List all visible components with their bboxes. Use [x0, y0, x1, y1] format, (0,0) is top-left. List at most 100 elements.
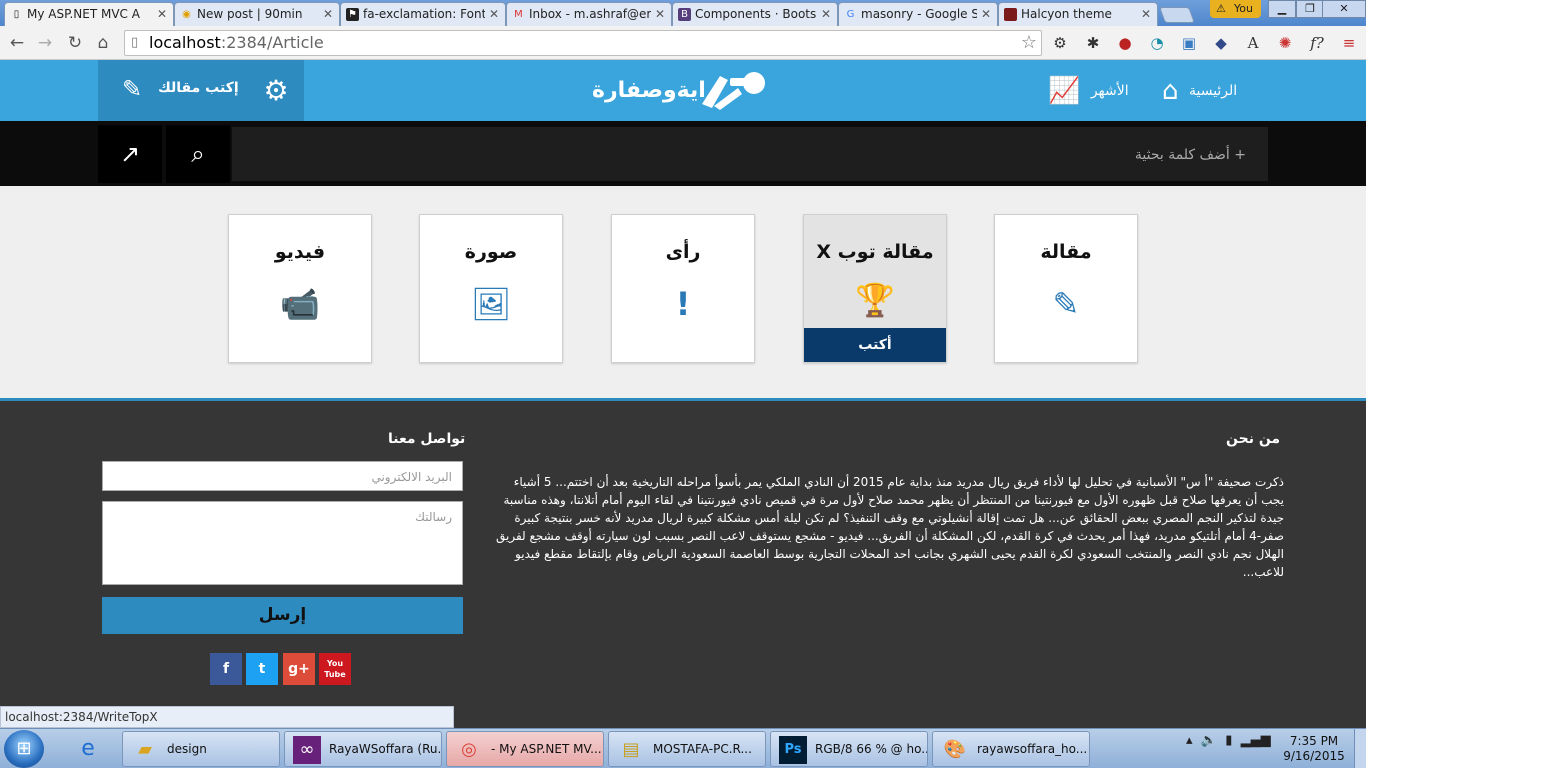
- windows-start-icon[interactable]: ⊞: [4, 730, 44, 768]
- close-tab-icon[interactable]: ✕: [1141, 7, 1151, 21]
- gear-extension-icon[interactable]: ⚙: [1050, 33, 1070, 53]
- close-window-button[interactable]: ✕: [1322, 0, 1366, 18]
- site-logo[interactable]: رايةوصفارة: [590, 70, 770, 112]
- email-placeholder: البريد الالكتروني: [371, 470, 452, 484]
- tab-bootstrap[interactable]: B Components · Boots ✕: [672, 2, 838, 26]
- search-button[interactable]: ⌕: [166, 125, 230, 183]
- home-icon[interactable]: ⌂: [92, 33, 114, 53]
- warning-icon: ⚠: [1216, 2, 1226, 15]
- send-button[interactable]: إرسل: [102, 597, 463, 634]
- write-article-button[interactable]: ✎ إكتب مقالك: [98, 60, 248, 121]
- color-wheel-icon[interactable]: ✺: [1275, 33, 1295, 53]
- bookmark-star-icon[interactable]: ☆: [1021, 31, 1037, 55]
- 90min-icon: ◉: [182, 9, 191, 20]
- close-tab-icon[interactable]: ✕: [655, 7, 665, 21]
- taskbar-label: MOSTAFA-PC.R...: [653, 742, 752, 756]
- card-opinion[interactable]: رأى !: [611, 214, 755, 363]
- close-tab-icon[interactable]: ✕: [157, 7, 167, 21]
- trophy-icon: 🏆: [855, 281, 895, 319]
- tab-my-aspnet[interactable]: ▯ My ASP.NET MVC A ✕: [4, 2, 174, 27]
- user-profile-badge[interactable]: ⚠ You: [1210, 0, 1261, 18]
- taskbar-button-photoshop[interactable]: Ps RGB/8 66 % @ ho...: [770, 731, 928, 767]
- minimize-button[interactable]: ▁: [1268, 0, 1296, 18]
- search-band: ↗ ⌕ + أضف كلمة بحثية: [0, 121, 1366, 186]
- taskbar-button-paint[interactable]: 🎨 rayawsoffara_ho...: [932, 731, 1090, 767]
- facebook-icon[interactable]: f: [210, 653, 242, 685]
- nav-popular-label: الأشهر: [1090, 83, 1129, 99]
- back-arrow-icon[interactable]: ←: [6, 33, 28, 53]
- system-tray[interactable]: ▴ 🔈 ▮ ▂▄▆: [1186, 733, 1271, 748]
- url-host: localhost: [149, 33, 221, 52]
- taskbar-button-sql-server[interactable]: ▤ MOSTAFA-PC.R...: [608, 731, 766, 767]
- colorful-extension-icon[interactable]: ◆: [1211, 33, 1231, 53]
- show-desktop-button[interactable]: [1354, 729, 1366, 768]
- address-bar[interactable]: ▯ localhost:2384/Article ☆: [124, 30, 1042, 56]
- tab-label: My ASP.NET MVC A: [27, 7, 140, 21]
- status-bar-url: localhost:2384/WriteTopX: [0, 706, 454, 728]
- card-video[interactable]: فيديو 📹: [228, 214, 372, 363]
- trending-button[interactable]: ↗: [98, 125, 162, 183]
- nav-popular[interactable]: الأشهر 📈: [1048, 76, 1135, 106]
- font-extension-icon[interactable]: A: [1243, 33, 1263, 53]
- image-icon: 🖼: [470, 285, 512, 323]
- taskbar-label: rayawsoffara_ho...: [977, 742, 1088, 756]
- ball-extension-icon[interactable]: ●: [1115, 33, 1135, 53]
- site-header: ✎ إكتب مقالك ⚙ رايةوصفارة الأشهر 📈 الرئي…: [0, 60, 1366, 121]
- google-plus-glyph: g+: [288, 661, 310, 677]
- forward-arrow-icon[interactable]: →: [34, 33, 56, 53]
- twitter-icon[interactable]: t: [246, 653, 278, 685]
- internet-explorer-icon[interactable]: e: [68, 732, 108, 766]
- clock[interactable]: 7:35 PM 9/16/2015: [1282, 734, 1346, 764]
- card-title: فيديو: [274, 241, 326, 263]
- close-tab-icon[interactable]: ✕: [821, 7, 831, 21]
- search-input[interactable]: + أضف كلمة بحثية: [232, 127, 1268, 181]
- network-signal-icon[interactable]: ▂▄▆: [1241, 733, 1271, 748]
- close-tab-icon[interactable]: ✕: [981, 7, 991, 21]
- clock-date: 9/16/2015: [1283, 749, 1345, 763]
- bug-extension-icon[interactable]: ✱: [1083, 33, 1103, 53]
- browser-window: ▯ My ASP.NET MVC A ✕ ◉ New post | 90min …: [0, 0, 1366, 768]
- edit-icon: ✎: [1052, 285, 1080, 323]
- chrome-icon: ◎: [461, 739, 477, 760]
- google-icon: G: [846, 9, 855, 20]
- write-top-x-button[interactable]: أكتب: [804, 328, 946, 362]
- swirl-extension-icon[interactable]: ◔: [1147, 33, 1167, 53]
- visual-studio-icon: ∞: [293, 736, 321, 764]
- folder-icon: ▰: [138, 739, 152, 760]
- write-label: إكتب مقالك: [158, 80, 239, 96]
- taskbar-button-visual-studio[interactable]: ∞ RayaWSoffara (Ru...: [284, 731, 442, 767]
- volume-icon[interactable]: 🔈: [1201, 733, 1217, 748]
- card-image[interactable]: صورة 🖼: [419, 214, 563, 363]
- show-hidden-icons-arrow-icon[interactable]: ▴: [1186, 733, 1193, 748]
- message-placeholder: رسالتك: [415, 510, 452, 524]
- edit-icon: ✎: [122, 75, 143, 103]
- tab-90min[interactable]: ◉ New post | 90min ✕: [174, 2, 340, 26]
- nav-home[interactable]: الرئيسية ⌂: [1162, 76, 1243, 106]
- menu-icon[interactable]: ≡: [1339, 33, 1359, 53]
- card-title: مقالة توب X: [816, 241, 934, 263]
- card-article[interactable]: مقالة ✎: [994, 214, 1138, 363]
- whistle-flag-icon: [702, 72, 765, 110]
- card-top-x[interactable]: مقالة توب X 🏆 أكتب: [803, 214, 947, 363]
- settings-gear-icon[interactable]: ⚙: [248, 60, 304, 121]
- close-tab-icon[interactable]: ✕: [323, 7, 333, 21]
- taskbar-button-chrome[interactable]: ◎ - My ASP.NET MV...: [446, 731, 604, 767]
- tab-google-search[interactable]: G masonry - Google Se ✕: [838, 2, 998, 26]
- window-extension-icon[interactable]: ▣: [1179, 33, 1199, 53]
- google-plus-icon[interactable]: g+: [283, 653, 315, 685]
- email-field[interactable]: البريد الالكتروني: [102, 461, 463, 491]
- message-textarea[interactable]: رسالتك: [102, 501, 463, 585]
- youtube-icon[interactable]: You Tube: [319, 653, 351, 685]
- power-icon[interactable]: ▮: [1225, 733, 1232, 748]
- reload-icon[interactable]: ↻: [64, 33, 86, 53]
- taskbar-button-design[interactable]: ▰ design: [122, 731, 280, 767]
- tab-halcyon[interactable]: Halcyon theme ✕: [998, 2, 1158, 26]
- close-tab-icon[interactable]: ✕: [489, 7, 499, 21]
- function-extension-icon[interactable]: f?: [1307, 33, 1327, 53]
- tab-gmail[interactable]: M Inbox - m.ashraf@er ✕: [506, 2, 672, 26]
- user-name: You: [1234, 2, 1253, 15]
- new-tab-button[interactable]: [1159, 7, 1195, 23]
- tab-label: fa-exclamation: Font: [363, 7, 485, 21]
- maximize-button[interactable]: ❐: [1296, 0, 1324, 18]
- tab-font-awesome[interactable]: ⚑ fa-exclamation: Font ✕: [340, 2, 506, 26]
